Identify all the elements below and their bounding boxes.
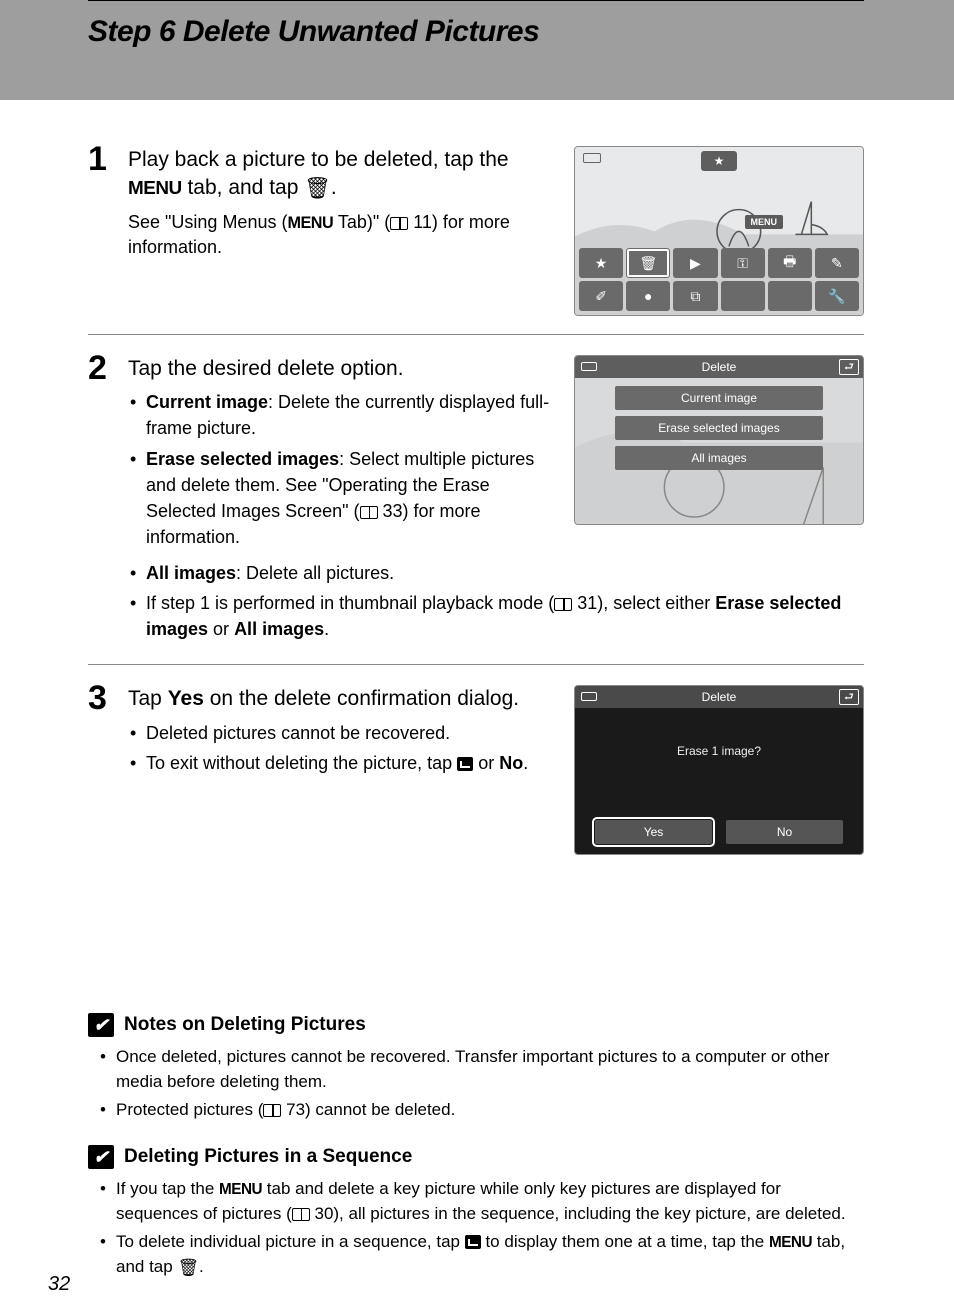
note-deleting: ✔ Notes on Deleting Pictures Once delete… [88,1013,864,1123]
icon-copy[interactable]: ⧉ [673,281,717,311]
star-tab: ★ [701,151,737,171]
screen-header: Delete ⮐ [575,686,863,708]
back-icon [457,757,473,771]
note-item: Protected pictures ( 73) cannot be delet… [100,1098,864,1123]
bullet: All images: Delete all pictures. [128,560,864,586]
icon-slideshow[interactable]: ▶ [673,248,717,278]
bullet: Current image: Delete the currently disp… [128,389,554,441]
screen-header: Delete ⮐ [575,356,863,378]
note-title: Deleting Pictures in a Sequence [124,1146,412,1168]
bullet: Deleted pictures cannot be recovered. [128,720,554,746]
menu-chip: MENU [128,178,182,199]
step-number: 2 [88,349,128,646]
back-icon[interactable]: ⮐ [839,359,859,375]
screen-menu: ★ MENU ★ 🗑 ▶ ⚿ 🖶 ✎ ✐ ● ⧉ [574,146,864,316]
icon-delete[interactable]: 🗑 [626,248,670,278]
note-item: To delete individual picture in a sequen… [100,1230,864,1280]
note-item: Once deleted, pictures cannot be recover… [100,1045,864,1094]
menu-chip: MENU [287,214,333,232]
icon-protect[interactable]: ⚿ [721,248,765,278]
page-number: 32 [48,1273,70,1296]
book-icon [360,506,378,519]
check-icon: ✔ [88,1013,114,1037]
battery-icon [583,153,601,163]
page-title: Step 6 Delete Unwanted Pictures [88,15,864,49]
yes-button[interactable]: Yes [595,820,712,844]
menu-tag: MENU [745,215,784,229]
screen-delete-options: Delete ⮐ Current image Erase selected im… [574,355,864,525]
icon-print[interactable]: 🖶 [768,248,812,278]
step-3: 3 Tap Yes on the delete confirmation dia… [88,665,864,873]
step-3-title: Tap Yes on the delete confirmation dialo… [128,685,554,713]
no-button[interactable]: No [726,820,843,844]
step-number: 1 [88,140,128,316]
opt-erase-selected[interactable]: Erase selected images [615,416,823,440]
step-2: 2 Tap the desired delete option. Current… [88,335,864,665]
book-icon [292,1208,310,1221]
icon-empty [721,281,765,311]
step-1-sub: See "Using Menus (MENU Tab)" ( 11) for m… [128,210,554,260]
bullet: Erase selected images: Select multiple p… [128,446,554,550]
check-icon: ✔ [88,1145,114,1169]
step-1: 1 Play back a picture to be deleted, tap… [88,140,864,335]
icon-favorite[interactable]: ★ [579,248,623,278]
menu-chip: MENU [769,1234,812,1251]
icon-empty [768,281,812,311]
note-sequence: ✔ Deleting Pictures in a Sequence If you… [88,1145,864,1281]
book-icon [390,217,408,230]
icon-draw[interactable]: ✎ [815,248,859,278]
step-2-title: Tap the desired delete option. [128,355,554,383]
opt-current-image[interactable]: Current image [615,386,823,410]
back-icon[interactable]: ⮐ [839,689,859,705]
icon-retouch[interactable]: ✐ [579,281,623,311]
book-icon [263,1104,281,1117]
trash-icon: 🗑 [177,1256,199,1281]
bullet: To exit without deleting the picture, ta… [128,750,554,776]
battery-icon [581,362,597,371]
icon-setup[interactable]: 🔧 [815,281,859,311]
icon-voice[interactable]: ● [626,281,670,311]
confirm-message: Erase 1 image? [575,744,863,758]
trash-icon: 🗑 [304,175,331,203]
book-icon [554,598,572,611]
bullet: If step 1 is performed in thumbnail play… [128,590,864,642]
step-1-title: Play back a picture to be deleted, tap t… [128,146,554,204]
note-item: If you tap the MENU tab and delete a key… [100,1177,864,1226]
back-icon [465,1235,481,1249]
screen-confirm: Delete ⮐ Erase 1 image? Yes No [574,685,864,855]
note-title: Notes on Deleting Pictures [124,1014,366,1036]
battery-icon [581,692,597,701]
menu-chip: MENU [219,1181,262,1198]
opt-all-images[interactable]: All images [615,446,823,470]
step-number: 3 [88,679,128,855]
